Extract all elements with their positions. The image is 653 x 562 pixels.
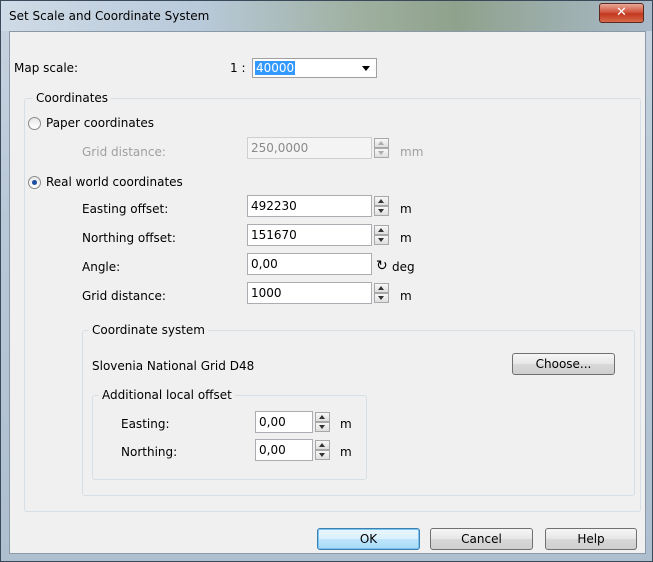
- local-offset-group: Additional local offset: [92, 388, 367, 480]
- spin-down-icon[interactable]: [374, 148, 389, 158]
- angle-input[interactable]: 0,00: [247, 253, 372, 275]
- northing-offset-input[interactable]: 151670: [247, 224, 372, 246]
- paper-grid-distance-label: Grid distance:: [82, 145, 166, 159]
- cancel-button[interactable]: Cancel: [430, 528, 533, 550]
- title-bar[interactable]: Set Scale and Coordinate System ✕: [1, 1, 652, 31]
- map-scale-dropdown[interactable]: 40000: [252, 58, 377, 78]
- coordinates-group-title: Coordinates: [33, 91, 112, 105]
- real-world-coordinates-label[interactable]: Real world coordinates: [46, 175, 183, 189]
- local-easting-input[interactable]: 0,00: [255, 411, 313, 433]
- spin-down-icon[interactable]: [374, 235, 389, 245]
- dialog-body: Map scale: 1 : 40000 Coordinates Paper c…: [9, 31, 646, 554]
- local-northing-label: Northing:: [121, 445, 178, 459]
- spin-up-icon[interactable]: [374, 196, 389, 206]
- coordinate-system-name: Slovenia National Grid D48: [92, 359, 255, 373]
- angle-label: Angle:: [82, 260, 121, 274]
- paper-coordinates-radio[interactable]: [28, 117, 41, 130]
- real-world-coordinates-radio[interactable]: [28, 176, 41, 189]
- local-northing-input[interactable]: 0,00: [255, 439, 313, 461]
- local-easting-label: Easting:: [121, 417, 170, 431]
- paper-coordinates-label[interactable]: Paper coordinates: [46, 116, 154, 130]
- local-easting-stepper[interactable]: [315, 412, 330, 432]
- map-scale-value: 40000: [255, 61, 296, 75]
- spin-down-icon[interactable]: [374, 293, 389, 303]
- window-title: Set Scale and Coordinate System: [9, 9, 210, 23]
- dialog-window: Set Scale and Coordinate System ✕ Map sc…: [0, 0, 653, 562]
- grid-distance-stepper[interactable]: [374, 283, 389, 303]
- easting-offset-input[interactable]: 492230: [247, 195, 372, 217]
- local-easting-unit: m: [340, 417, 352, 431]
- spin-down-icon[interactable]: [315, 422, 330, 432]
- chevron-down-icon[interactable]: [362, 66, 370, 71]
- easting-offset-label: Easting offset:: [82, 202, 169, 216]
- close-icon: ✕: [616, 5, 627, 20]
- map-scale-prefix: 1 :: [230, 61, 246, 75]
- spin-down-icon[interactable]: [315, 450, 330, 460]
- northing-offset-label: Northing offset:: [82, 231, 176, 245]
- ok-button[interactable]: OK: [317, 528, 420, 550]
- northing-offset-stepper[interactable]: [374, 225, 389, 245]
- grid-distance-unit: m: [400, 289, 412, 303]
- angle-unit: deg: [392, 260, 415, 274]
- map-scale-label: Map scale:: [14, 61, 79, 75]
- local-offset-group-title: Additional local offset: [99, 388, 235, 402]
- grid-distance-input[interactable]: 1000: [247, 282, 372, 304]
- help-button[interactable]: Help: [545, 528, 637, 550]
- easting-offset-stepper[interactable]: [374, 196, 389, 216]
- local-northing-stepper[interactable]: [315, 440, 330, 460]
- spin-up-icon[interactable]: [315, 440, 330, 450]
- paper-grid-distance-input[interactable]: 250,0000: [247, 137, 372, 159]
- spin-up-icon[interactable]: [374, 225, 389, 235]
- spin-down-icon[interactable]: [374, 206, 389, 216]
- radio-selected-dot: [32, 180, 37, 185]
- coordinate-system-group-title: Coordinate system: [89, 323, 208, 337]
- northing-offset-unit: m: [400, 231, 412, 245]
- easting-offset-unit: m: [400, 202, 412, 216]
- close-button[interactable]: ✕: [599, 3, 644, 23]
- local-northing-unit: m: [340, 445, 352, 459]
- grid-distance-label: Grid distance:: [82, 289, 166, 303]
- rotate-icon[interactable]: ↻: [376, 259, 388, 273]
- spin-up-icon[interactable]: [315, 412, 330, 422]
- spin-up-icon[interactable]: [374, 283, 389, 293]
- spin-up-icon[interactable]: [374, 138, 389, 148]
- paper-grid-distance-stepper[interactable]: [374, 138, 389, 158]
- choose-button[interactable]: Choose...: [512, 353, 615, 375]
- paper-grid-distance-unit: mm: [400, 145, 424, 159]
